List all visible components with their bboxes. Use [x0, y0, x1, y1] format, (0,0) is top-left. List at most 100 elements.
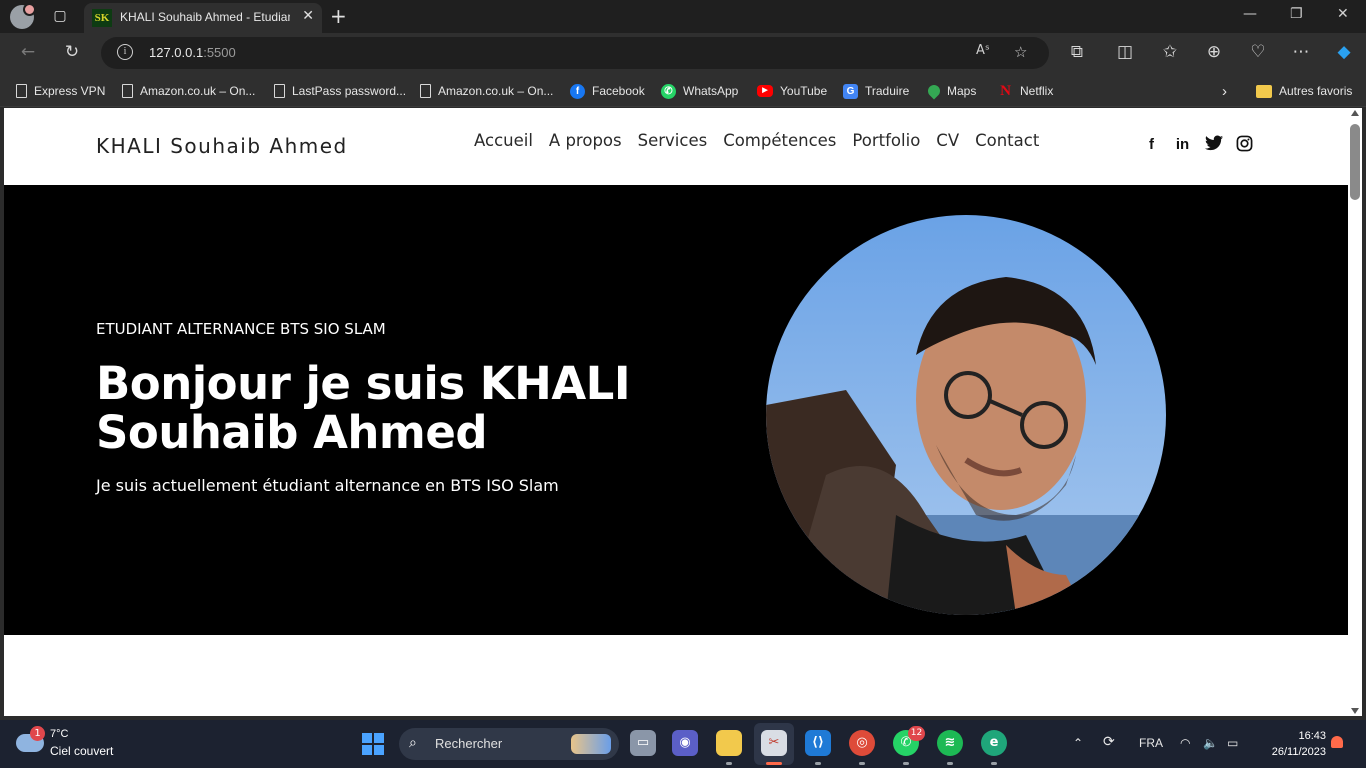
more-options-icon[interactable]: ⋯: [1290, 42, 1312, 62]
twitter-icon[interactable]: [1204, 135, 1223, 155]
other-favorites[interactable]: Autres favoris: [1256, 82, 1352, 100]
nav-accueil[interactable]: Accueil: [474, 131, 533, 150]
translate-icon: G: [843, 83, 858, 99]
sync-icon[interactable]: ⟳: [1103, 733, 1115, 750]
bookmark-whatsapp[interactable]: ✆ WhatsApp: [661, 82, 738, 100]
battery-icon[interactable]: ▭: [1227, 736, 1238, 750]
refresh-icon[interactable]: ↻: [61, 42, 83, 62]
nav-competences[interactable]: Compétences: [723, 131, 836, 150]
bookmark-netflix[interactable]: N Netflix: [998, 82, 1053, 100]
bookmark-label: Netflix: [1020, 84, 1054, 98]
bookmark-express-vpn[interactable]: Express VPN: [16, 82, 105, 100]
weather-temp: 7°C: [50, 728, 69, 740]
notification-bell-icon[interactable]: [1331, 736, 1343, 748]
profile-avatar[interactable]: [10, 3, 36, 29]
running-indicator: [815, 762, 821, 765]
page-icon: [16, 84, 27, 98]
taskbar-search[interactable]: ⌕ Rechercher: [399, 728, 619, 760]
collections-icon[interactable]: ⊕: [1203, 42, 1225, 62]
wifi-icon[interactable]: ◠: [1180, 736, 1190, 750]
read-aloud-icon[interactable]: Aˢ: [976, 43, 990, 58]
running-indicator: [991, 762, 997, 765]
bookmark-label: LastPass password...: [292, 84, 407, 98]
performance-icon[interactable]: ♡: [1247, 42, 1269, 62]
site-logo[interactable]: KHALI Souhaib Ahmed: [96, 134, 348, 158]
copilot-icon[interactable]: ◆: [1333, 42, 1355, 62]
hero-subtitle: ETUDIANT ALTERNANCE BTS SIO SLAM: [96, 320, 386, 338]
tab-actions-icon[interactable]: ▢: [50, 7, 70, 25]
file-explorer-icon[interactable]: [716, 730, 742, 756]
bookmark-lastpass[interactable]: LastPass password...: [274, 82, 406, 100]
spotify-icon[interactable]: ≋: [937, 730, 963, 756]
other-favorites-label: Autres favoris: [1279, 84, 1353, 98]
favorite-star-icon[interactable]: ☆: [1014, 43, 1027, 61]
running-indicator: [726, 762, 732, 765]
tab-bar: ▢ SK KHALI Souhaib Ahmed - Etudiant ✕ + …: [0, 0, 1366, 33]
bookmark-amazon-2[interactable]: Amazon.co.uk – On...: [420, 82, 553, 100]
nav-a-propos[interactable]: A propos: [549, 131, 622, 150]
browser-window: ▢ SK KHALI Souhaib Ahmed - Etudiant ✕ + …: [0, 0, 1366, 768]
hero-section: ETUDIANT ALTERNANCE BTS SIO SLAM Bonjour…: [4, 185, 1348, 635]
split-screen-icon[interactable]: ◫: [1114, 42, 1136, 62]
bookmark-label: WhatsApp: [683, 84, 739, 98]
volume-icon[interactable]: 🔈: [1203, 736, 1218, 750]
search-highlight-icon: [571, 734, 611, 754]
nav-cv[interactable]: CV: [936, 131, 959, 150]
chevron-up-icon[interactable]: ⌃: [1073, 736, 1083, 750]
bookmark-label: YouTube: [780, 84, 828, 98]
bookmark-maps[interactable]: Maps: [925, 82, 976, 100]
taskbar: 1 7°C Ciel couvert ⌕ Rechercher ▭ ◉ ✂ ⟨⟩…: [0, 720, 1366, 768]
nav-services[interactable]: Services: [638, 131, 708, 150]
bookmark-amazon-1[interactable]: Amazon.co.uk – On...: [122, 82, 255, 100]
page-icon: [274, 84, 285, 98]
windows-start-icon[interactable]: [362, 733, 384, 755]
start-tile: [362, 733, 372, 743]
scroll-thumb[interactable]: [1350, 124, 1360, 200]
weather-badge: 1: [30, 726, 45, 741]
bookmark-label: Amazon.co.uk – On...: [438, 84, 554, 98]
site-info-icon[interactable]: i: [117, 44, 133, 60]
nav-portfolio[interactable]: Portfolio: [852, 131, 920, 150]
language-indicator[interactable]: FRA: [1139, 736, 1163, 750]
page-viewport: KHALI Souhaib Ahmed Accueil A propos Ser…: [4, 108, 1348, 716]
favorites-icon[interactable]: ✩: [1159, 42, 1181, 62]
system-clock[interactable]: 16:43 26/11/2023: [1258, 728, 1326, 760]
nav-contact[interactable]: Contact: [975, 131, 1039, 150]
bookmark-traduire[interactable]: G Traduire: [843, 82, 909, 100]
vscode-icon[interactable]: ⟨⟩: [805, 730, 831, 756]
bookmark-youtube[interactable]: ▶ YouTube: [757, 82, 827, 100]
address-bar[interactable]: i 127.0.0.1:5500 Aˢ ☆: [101, 37, 1049, 69]
page-scrollbar[interactable]: [1348, 108, 1362, 716]
bookmark-facebook[interactable]: f Facebook: [570, 82, 645, 100]
extensions-icon[interactable]: ⧉: [1066, 42, 1088, 62]
instagram-icon[interactable]: [1235, 135, 1254, 155]
active-tab[interactable]: SK KHALI Souhaib Ahmed - Etudiant ✕: [84, 3, 322, 33]
chrome-icon[interactable]: ◎: [849, 730, 875, 756]
navigation-bar: ← ↻ i 127.0.0.1:5500 Aˢ ☆ ⧉ ◫ ✩ ⊕ ♡ ⋯ ◆: [0, 33, 1366, 73]
edge-icon[interactable]: e: [981, 730, 1007, 756]
url-text[interactable]: 127.0.0.1:5500: [149, 45, 236, 60]
scroll-up-icon[interactable]: [1351, 110, 1359, 116]
new-tab-icon[interactable]: +: [330, 4, 347, 28]
close-window-icon[interactable]: ✕: [1337, 6, 1349, 22]
task-view-icon[interactable]: ▭: [630, 730, 656, 756]
tab-title: KHALI Souhaib Ahmed - Etudiant: [120, 10, 290, 24]
clock-time: 16:43: [1298, 730, 1326, 742]
close-tab-icon[interactable]: ✕: [302, 8, 314, 24]
page-icon: [122, 84, 133, 98]
linkedin-icon[interactable]: in: [1173, 135, 1192, 155]
facebook-icon[interactable]: f: [1142, 135, 1161, 155]
snipping-tool-icon[interactable]: ✂: [761, 730, 787, 756]
back-icon[interactable]: ←: [17, 42, 39, 62]
scroll-down-icon[interactable]: [1351, 708, 1359, 714]
minimize-icon[interactable]: —: [1243, 6, 1257, 22]
teams-chat-icon[interactable]: ◉: [672, 730, 698, 756]
bookmark-label: Express VPN: [34, 84, 106, 98]
whatsapp-icon: ✆: [661, 83, 676, 99]
profile-photo-illustration: [766, 215, 1166, 615]
chevron-right-icon[interactable]: ›: [1222, 82, 1227, 100]
restore-icon[interactable]: ❐: [1290, 6, 1303, 22]
clock-date: 26/11/2023: [1271, 746, 1326, 758]
facebook-icon: f: [570, 83, 585, 99]
profile-photo: [766, 215, 1166, 615]
